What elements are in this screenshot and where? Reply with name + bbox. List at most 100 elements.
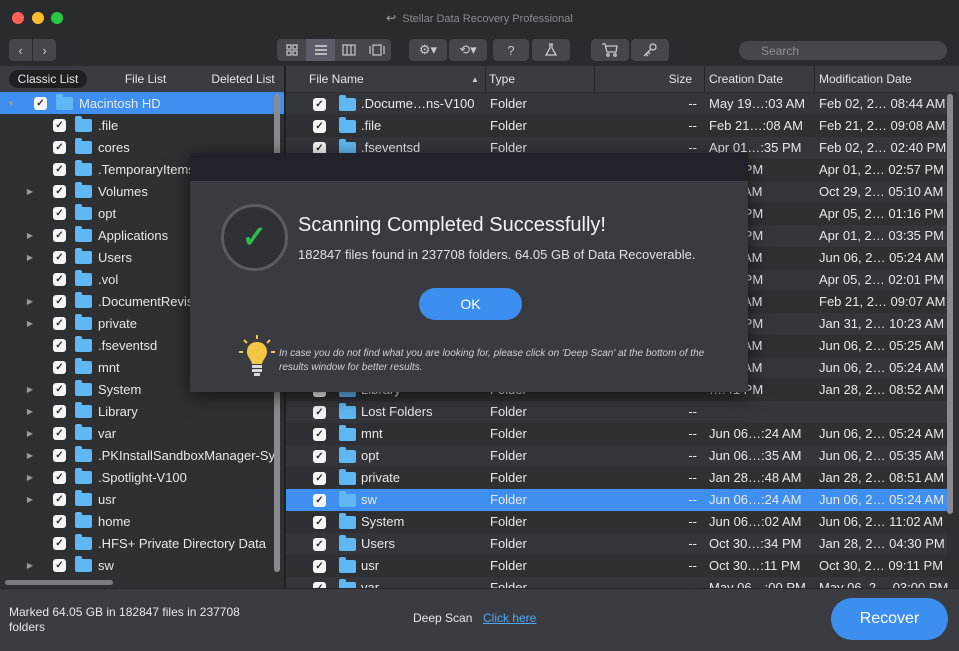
disclosure-triangle-icon[interactable]: ▶ — [24, 187, 36, 196]
column-creation-date[interactable]: Creation Date — [705, 66, 815, 92]
tree-item-checkbox[interactable]: ✓ — [53, 140, 66, 154]
row-checkbox[interactable]: ✓ — [313, 450, 326, 463]
disclosure-triangle-icon[interactable]: ▶ — [24, 385, 36, 394]
row-checkbox[interactable]: ✓ — [313, 428, 326, 441]
table-row[interactable]: ✓ usr Folder -- Oct 30…:11 PM Oct 30, 2… 09:1… — [286, 555, 947, 577]
tree-item-checkbox[interactable]: ✓ — [53, 492, 66, 506]
settings-button[interactable]: ⚙▾ — [409, 39, 447, 61]
cell-type: Folder — [490, 492, 527, 507]
scan-icon — [544, 43, 558, 56]
table-row[interactable]: ✓ opt Folder -- Jun 06…:35 AM Jun 06, 2… 05:3… — [286, 445, 947, 467]
tree-item-checkbox[interactable]: ✓ — [53, 404, 66, 418]
history-button[interactable]: ⟲▾ — [449, 39, 487, 61]
cart-button[interactable] — [591, 39, 629, 61]
disclosure-triangle-icon[interactable]: ▶ — [24, 253, 36, 262]
grid-view-button[interactable] — [277, 39, 306, 61]
table-row[interactable]: ✓ System Folder -- Jun 06…:02 AM Jun 06, 2… 1… — [286, 511, 947, 533]
tree-item-checkbox[interactable]: ✓ — [53, 536, 66, 550]
disclosure-triangle-icon[interactable]: ▶ — [24, 473, 36, 482]
disclosure-triangle-icon[interactable]: ▶ — [24, 429, 36, 438]
activation-key-button[interactable] — [631, 39, 669, 61]
tree-item-checkbox[interactable]: ✓ — [53, 184, 66, 198]
row-checkbox[interactable]: ✓ — [313, 472, 326, 485]
tree-item-checkbox[interactable]: ✓ — [53, 470, 66, 484]
tree-item-checkbox[interactable]: ✓ — [34, 96, 47, 110]
table-row[interactable]: ✓ private Folder -- Jan 28…:48 AM Jan 28, 2… … — [286, 467, 947, 489]
tree-horizontal-scrollbar[interactable] — [5, 580, 113, 585]
tree-item[interactable]: ✓ .HFS+ Private Directory Data — [0, 532, 285, 554]
row-checkbox[interactable]: ✓ — [313, 98, 326, 111]
cell-creation-date: Jan 28…:48 AM — [709, 470, 802, 485]
tree-item[interactable]: ▶ ✓ .Spotlight-V100 — [0, 466, 285, 488]
tree-item-checkbox[interactable]: ✓ — [53, 250, 66, 264]
row-checkbox[interactable]: ✓ — [313, 516, 326, 529]
coverflow-view-button[interactable] — [363, 39, 391, 61]
tree-item-checkbox[interactable]: ✓ — [53, 338, 66, 352]
table-row[interactable]: ✓ .Docume…ns-V100 Folder -- May 19…:03 AM Feb… — [286, 93, 947, 115]
tree-item-checkbox[interactable]: ✓ — [53, 426, 66, 440]
disclosure-triangle-icon[interactable]: ▶ — [24, 319, 36, 328]
row-checkbox[interactable]: ✓ — [313, 120, 326, 133]
table-row[interactable]: ✓ sw Folder -- Jun 06…:24 AM Jun 06, 2… 05:24… — [286, 489, 947, 511]
tree-item-checkbox[interactable]: ✓ — [53, 558, 66, 572]
tab-deleted-list[interactable]: Deleted List — [205, 70, 281, 88]
tree-item-checkbox[interactable]: ✓ — [53, 316, 66, 330]
table-row[interactable]: ✓ .file Folder -- Feb 21…:08 AM Feb 21, 2… 09… — [286, 115, 947, 137]
tree-item-checkbox[interactable]: ✓ — [53, 294, 66, 308]
row-checkbox[interactable]: ✓ — [313, 560, 326, 573]
tab-classic-list[interactable]: Classic List — [9, 70, 87, 88]
tree-item-checkbox[interactable]: ✓ — [53, 272, 66, 286]
table-row[interactable]: ✓ Users Folder -- Oct 30…:34 PM Jan 28, 2… 04… — [286, 533, 947, 555]
list-view-button[interactable] — [306, 39, 335, 61]
tree-item[interactable]: ▶ ✓ sw — [0, 554, 285, 576]
disclosure-triangle-icon[interactable]: ▶ — [24, 231, 36, 240]
table-row[interactable]: ✓varFolder--May 06…:00 PMMay 06, 2… 03:0… — [286, 577, 948, 588]
deep-scan-label: Deep Scan — [413, 611, 473, 625]
tree-item-checkbox[interactable]: ✓ — [53, 228, 66, 242]
disclosure-triangle-icon[interactable]: ▶ — [24, 561, 36, 570]
tree-item[interactable]: ▶ ✓ usr — [0, 488, 285, 510]
disclosure-triangle-icon[interactable]: ▶ — [24, 495, 36, 504]
column-size[interactable]: Size — [595, 66, 705, 92]
tree-item[interactable]: ▶ ✓ .PKInstallSandboxManager-Sy — [0, 444, 285, 466]
nav-forward-button[interactable]: › — [33, 39, 56, 61]
tree-item[interactable]: ▶ ✓ var — [0, 422, 285, 444]
tree-item-checkbox[interactable]: ✓ — [53, 448, 66, 462]
tree-item-label: Applications — [98, 227, 169, 243]
tree-item-checkbox[interactable]: ✓ — [53, 206, 66, 220]
scan-button[interactable] — [532, 39, 570, 61]
tree-item-checkbox[interactable]: ✓ — [53, 382, 66, 396]
tree-item[interactable]: ▶ ✓ Library — [0, 400, 285, 422]
table-scrollbar[interactable] — [947, 94, 953, 588]
tree-item-checkbox[interactable]: ✓ — [53, 514, 66, 528]
row-checkbox[interactable]: ✓ — [313, 494, 326, 507]
chevron-left-icon: ‹ — [18, 42, 23, 58]
table-row[interactable]: ✓ Lost Folders Folder -- — [286, 401, 947, 423]
tree-item[interactable]: ✓ .file — [0, 114, 285, 136]
disclosure-triangle-icon[interactable]: ▶ — [24, 407, 36, 416]
recover-button[interactable]: Recover — [831, 598, 948, 640]
ok-button[interactable]: OK — [419, 288, 522, 320]
tab-file-list[interactable]: File List — [108, 70, 183, 88]
column-view-button[interactable] — [335, 39, 363, 61]
nav-back-button[interactable]: ‹ — [9, 39, 32, 61]
cell-creation-date: Jun 06…:24 AM — [709, 426, 802, 441]
disclosure-triangle-icon[interactable]: ▼ — [5, 99, 17, 108]
tree-item-checkbox[interactable]: ✓ — [53, 360, 66, 374]
disclosure-triangle-icon[interactable]: ▶ — [24, 451, 36, 460]
search-input[interactable] — [739, 41, 947, 60]
disclosure-triangle-icon[interactable]: ▶ — [24, 297, 36, 306]
table-scrollbar-thumb[interactable] — [947, 94, 953, 514]
column-file-name[interactable]: File Name — [286, 66, 486, 92]
table-row[interactable]: ✓ mnt Folder -- Jun 06…:24 AM Jun 06, 2… 05:2… — [286, 423, 947, 445]
column-type[interactable]: Type — [486, 66, 595, 92]
tree-item-checkbox[interactable]: ✓ — [53, 162, 66, 176]
column-modification-date[interactable]: Modification Date — [815, 66, 959, 92]
row-checkbox[interactable]: ✓ — [313, 538, 326, 551]
help-button[interactable]: ? — [493, 39, 529, 61]
tree-item-checkbox[interactable]: ✓ — [53, 118, 66, 132]
tree-item[interactable]: ✓ home — [0, 510, 285, 532]
deep-scan-link[interactable]: Click here — [483, 611, 536, 625]
tree-item[interactable]: ▼ ✓ Macintosh HD — [0, 92, 285, 114]
row-checkbox[interactable]: ✓ — [313, 406, 326, 419]
